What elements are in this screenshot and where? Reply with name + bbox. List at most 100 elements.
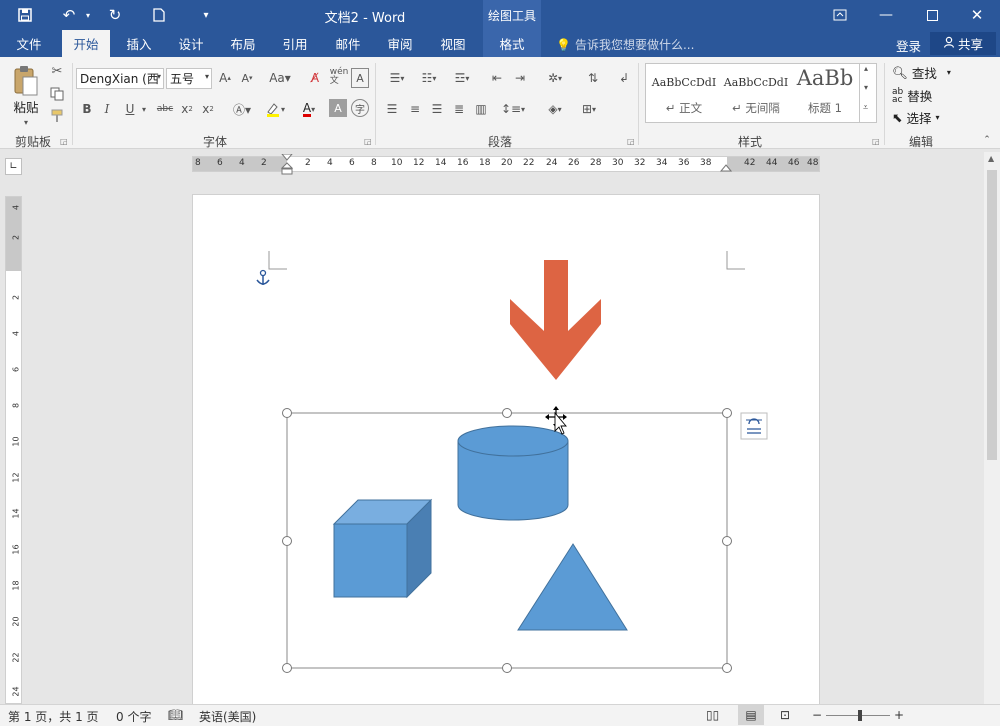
tab-references[interactable]: 引用 [273, 30, 317, 57]
subscript-icon[interactable]: x2 [178, 99, 196, 119]
scroll-down-icon[interactable]: ▾ [864, 83, 868, 92]
resize-handle[interactable] [282, 408, 292, 418]
tab-layout[interactable]: 布局 [221, 30, 265, 57]
underline-dropdown-icon[interactable]: ▾ [139, 101, 149, 117]
tab-file[interactable]: 文件 [8, 30, 50, 57]
horizontal-ruler[interactable]: 8 6 4 2 2 4 6 8 10 12 14 16 18 20 22 24 … [192, 154, 820, 175]
font-color-icon[interactable]: A ▾ [294, 99, 324, 119]
decrease-indent-icon[interactable]: ⇤ [487, 68, 507, 88]
highlight-color-icon[interactable]: ▾ [260, 99, 290, 119]
grow-font-icon[interactable]: A ▴ [216, 68, 234, 88]
phonetic-guide-icon[interactable]: wén 文 [330, 66, 349, 88]
paragraph-launcher-icon[interactable]: ◲ [627, 137, 635, 146]
style-no-spacing[interactable]: AaBbCcDdI ↵ 无间隔 [721, 64, 791, 122]
zoom-out-icon[interactable]: − [812, 708, 822, 722]
clipboard-launcher-icon[interactable]: ◲ [60, 137, 68, 146]
word-count[interactable]: 0 个字 [116, 708, 151, 725]
proofing-icon[interactable]: 📖︎ [168, 708, 183, 722]
increase-indent-icon[interactable]: ⇥ [510, 68, 530, 88]
language-indicator[interactable]: 英语(美国) [199, 708, 256, 725]
zoom-in-icon[interactable]: + [894, 708, 904, 722]
multilevel-list-icon[interactable]: ☲ ▾ [447, 68, 477, 88]
resize-handle[interactable] [502, 408, 512, 418]
vertical-ruler[interactable]: 4 2 2 4 6 8 10 12 14 16 18 20 22 24 [5, 196, 22, 704]
italic-icon[interactable]: I [99, 99, 115, 119]
strikethrough-icon[interactable]: abc [154, 99, 176, 119]
text-effects-icon[interactable]: Ⓐ▾ [228, 99, 256, 119]
paste-button-label[interactable]: 粘贴 [8, 97, 44, 115]
vertical-scrollbar[interactable]: ▲ [984, 152, 1000, 704]
underline-icon[interactable]: U [121, 99, 139, 119]
paste-dropdown-icon[interactable]: ▾ [16, 117, 36, 127]
bold-icon[interactable]: B [79, 99, 95, 119]
superscript-icon[interactable]: x2 [199, 99, 217, 119]
tab-design[interactable]: 设计 [169, 30, 213, 57]
borders-icon[interactable]: ⊞ ▾ [574, 99, 604, 119]
resize-handle[interactable] [282, 536, 292, 546]
undo-icon[interactable]: ↶ [56, 0, 82, 30]
format-painter-icon[interactable] [48, 107, 66, 125]
sort-icon[interactable]: ⇅ [583, 68, 603, 88]
print-layout-icon[interactable]: ▤ [738, 705, 764, 725]
indent-markers-icon[interactable] [281, 154, 293, 176]
document-page[interactable] [192, 194, 820, 714]
tab-home[interactable]: 开始 [62, 30, 110, 57]
line-spacing-icon[interactable]: ↕≡ ▾ [498, 99, 528, 119]
resize-handle[interactable] [282, 663, 292, 673]
resize-handle[interactable] [722, 536, 732, 546]
more-styles-icon[interactable]: ⩡ [863, 103, 868, 113]
minimize-icon[interactable]: — [863, 0, 909, 30]
paste-icon[interactable] [10, 63, 42, 99]
maximize-icon[interactable] [909, 0, 955, 30]
share-button[interactable]: 共享 [930, 32, 996, 55]
change-case-icon[interactable]: Aa▾ [266, 68, 294, 88]
character-border-icon[interactable]: A [351, 68, 369, 88]
save-icon[interactable] [12, 0, 38, 30]
new-document-icon[interactable] [146, 0, 172, 30]
zoom-slider-thumb[interactable] [858, 710, 862, 721]
customize-quick-access-icon[interactable]: ▾ [196, 0, 216, 30]
resize-handle[interactable] [722, 408, 732, 418]
tab-review[interactable]: 审阅 [378, 30, 422, 57]
tab-mailings[interactable]: 邮件 [326, 30, 370, 57]
bullets-icon[interactable]: ☰ ▾ [382, 68, 412, 88]
font-name-combo[interactable]: DengXian (西 ▾ [76, 68, 164, 89]
styles-gallery-scroll[interactable]: ▴ ▾ ⩡ [859, 63, 877, 123]
login-link[interactable]: 登录 [896, 36, 921, 55]
page-count[interactable]: 第 1 页，共 1 页 [8, 708, 99, 725]
font-size-combo[interactable]: 五号 ▾ [166, 68, 212, 89]
collapse-ribbon-icon[interactable]: ⌃ [980, 133, 994, 147]
select-dropdown-icon[interactable]: ▾ [936, 113, 940, 122]
triangle-shape[interactable] [517, 543, 628, 631]
find-dropdown-icon[interactable]: ▾ [947, 68, 951, 77]
web-layout-icon[interactable]: ⊡ [780, 708, 790, 722]
tab-format[interactable]: 格式 [483, 30, 541, 57]
style-heading-1[interactable]: AaBb 标题 1 [793, 64, 857, 122]
align-center-icon[interactable]: ≡ [405, 99, 425, 119]
font-launcher-icon[interactable]: ◲ [364, 137, 372, 146]
resize-handle[interactable] [722, 663, 732, 673]
align-right-icon[interactable]: ☰ [427, 99, 447, 119]
select-button[interactable]: ⬉ 选择 ▾ [892, 108, 940, 127]
anchor-icon[interactable] [256, 269, 270, 286]
replace-button[interactable]: ab ac 替换 [892, 86, 932, 105]
show-paragraph-marks-icon[interactable]: ↲ [614, 68, 634, 88]
styles-launcher-icon[interactable]: ◲ [872, 137, 880, 146]
right-indent-marker-icon[interactable] [720, 164, 732, 174]
clear-formatting-icon[interactable]: A̸ [306, 68, 324, 88]
layout-options-icon[interactable] [740, 412, 768, 440]
resize-handle[interactable] [502, 663, 512, 673]
ribbon-display-options-icon[interactable] [817, 0, 863, 30]
copy-icon[interactable] [48, 85, 66, 103]
close-icon[interactable]: ✕ [954, 0, 1000, 30]
down-arrow-shape[interactable] [510, 260, 601, 380]
scrollbar-thumb[interactable] [987, 170, 997, 460]
shrink-font-icon[interactable]: A ▾ [238, 68, 256, 88]
read-mode-icon[interactable]: ▯▯ [706, 708, 719, 722]
tab-insert[interactable]: 插入 [117, 30, 161, 57]
tab-selector[interactable]: ∟ [5, 158, 22, 175]
redo-icon[interactable]: ↻ [102, 0, 128, 30]
enclose-characters-icon[interactable]: 字 [351, 99, 369, 117]
distributed-icon[interactable]: ▥ [471, 99, 491, 119]
chinese-layout-icon[interactable]: ✲ ▾ [540, 68, 570, 88]
